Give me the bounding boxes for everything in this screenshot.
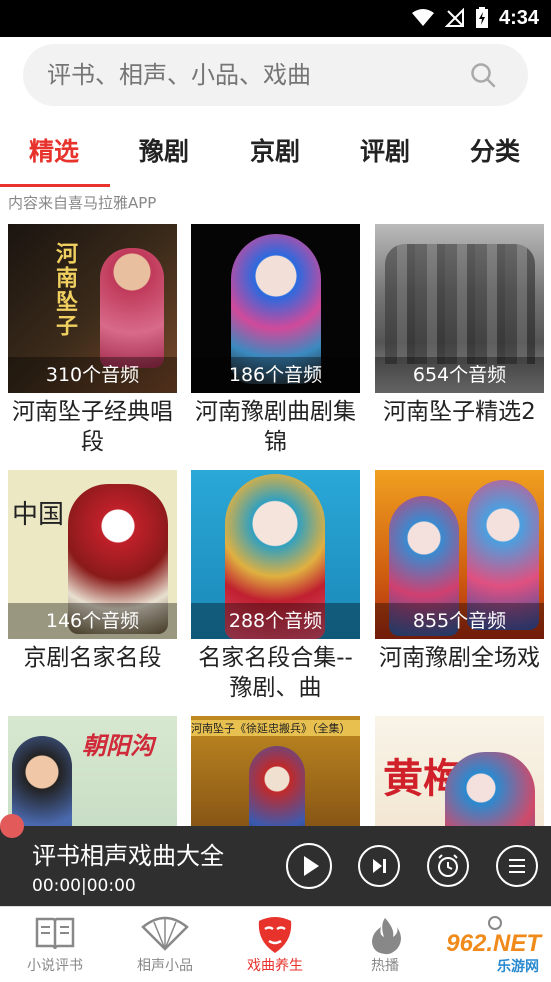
- watermark-subtext: 乐游网: [497, 959, 539, 975]
- player-time: 00:00|00:00: [32, 876, 136, 896]
- nav-label: 相声小品: [137, 958, 193, 974]
- album-title: 河南豫剧曲剧集锦: [195, 399, 356, 455]
- album-title: 京剧名家名段: [23, 645, 162, 671]
- album-card[interactable]: 中国 146个音频 京剧名家名段: [8, 470, 177, 703]
- album-title: 河南坠子精选2: [383, 399, 536, 425]
- fan-icon: [141, 916, 189, 951]
- no-signal-icon: [444, 8, 464, 27]
- album-card[interactable]: 河南坠子 310个音频 河南坠子经典唱段: [8, 224, 177, 457]
- album-card[interactable]: 186个音频 河南豫剧曲剧集锦: [191, 224, 360, 457]
- crowd-silhouette: [385, 244, 535, 364]
- active-tab-indicator: [0, 184, 110, 187]
- album-card[interactable]: 288个音频 名家名段合集--豫剧、曲: [191, 470, 360, 703]
- cover-text: 河南坠子《徐延忠搬兵》（全集）: [191, 720, 360, 736]
- watermark-logo: 962.NET 乐游网: [405, 930, 545, 976]
- tab-categories[interactable]: 分类: [470, 132, 520, 168]
- search-input[interactable]: [47, 44, 467, 106]
- album-cover: 186个音频: [191, 224, 360, 393]
- opera-mask-icon: [258, 917, 292, 953]
- playlist-button[interactable]: [496, 845, 538, 887]
- audio-count: 310个音频: [8, 357, 177, 393]
- album-cover: 中国 146个音频: [8, 470, 177, 639]
- nav-item-crosstalk[interactable]: 相声小品: [110, 907, 220, 982]
- nav-item-novels[interactable]: 小说评书: [0, 907, 110, 982]
- source-note: 内容来自喜马拉雅APP: [8, 194, 157, 212]
- mini-player[interactable]: 评书相声戏曲大全 00:00|00:00: [0, 826, 551, 906]
- cover-text: 朝阳沟: [82, 732, 154, 760]
- album-cover: 朝阳沟: [8, 716, 177, 826]
- audio-count: 855个音频: [375, 603, 544, 639]
- player-title: 评书相声戏曲大全: [32, 842, 224, 870]
- book-icon: [35, 917, 75, 950]
- tab-peking-opera[interactable]: 京剧: [250, 132, 300, 168]
- play-icon: [304, 856, 319, 876]
- album-grid: 河南坠子 310个音频 河南坠子经典唱段 186个音频 河南豫剧曲剧集锦 654…: [0, 224, 551, 826]
- tab-ping-opera[interactable]: 评剧: [360, 132, 410, 168]
- performer-figure: [445, 752, 535, 826]
- album-cover: 河南坠子 310个音频: [8, 224, 177, 393]
- skip-next-icon: [373, 859, 386, 873]
- tab-yu-opera[interactable]: 豫剧: [139, 132, 189, 168]
- album-cover: 654个音频: [375, 224, 544, 393]
- album-cover: 855个音频: [375, 470, 544, 639]
- nav-item-opera[interactable]: 戏曲养生: [220, 907, 330, 982]
- album-title: 河南豫剧全场戏: [379, 645, 540, 671]
- audio-count: 186个音频: [191, 357, 360, 393]
- performer-figure: [100, 248, 164, 368]
- album-cover: 河南坠子《徐延忠搬兵》（全集）: [191, 716, 360, 826]
- floating-record-dot[interactable]: [0, 814, 24, 838]
- nav-label: 小说评书: [27, 958, 83, 974]
- status-icons: 4:34: [411, 6, 539, 30]
- album-card[interactable]: 654个音频 河南坠子精选2: [375, 224, 544, 457]
- audio-count: 146个音频: [8, 603, 177, 639]
- search-bar[interactable]: [23, 44, 528, 106]
- album-card[interactable]: 河南坠子《徐延忠搬兵》（全集）: [191, 716, 360, 826]
- album-card[interactable]: 855个音频 河南豫剧全场戏: [375, 470, 544, 703]
- category-tabs: 精选 豫剧 京剧 评剧 分类: [0, 122, 551, 182]
- battery-charging-icon: [475, 7, 488, 28]
- album-cover: 黄梅: [375, 716, 544, 826]
- cover-text: 中国: [12, 500, 65, 530]
- album-title: 河南坠子经典唱段: [12, 399, 173, 455]
- audio-count: 654个音频: [375, 357, 544, 393]
- clock: 4:34: [498, 6, 539, 29]
- sleep-timer-button[interactable]: [427, 845, 469, 887]
- flame-icon: [372, 918, 401, 955]
- search-icon[interactable]: [470, 62, 496, 88]
- status-bar: 4:34: [0, 0, 551, 37]
- audio-count: 288个音频: [191, 603, 360, 639]
- tab-featured[interactable]: 精选: [29, 132, 79, 168]
- wifi-icon: [411, 9, 434, 26]
- watermark-text: 962.NET: [446, 930, 541, 957]
- alarm-clock-icon: [438, 854, 458, 877]
- album-card[interactable]: 黄梅: [375, 716, 544, 826]
- performer-figure: [249, 746, 305, 826]
- play-button[interactable]: [286, 843, 332, 889]
- menu-icon: [509, 859, 525, 873]
- album-title: 名家名段合集--豫剧、曲: [198, 645, 353, 701]
- performer-figure: [12, 736, 72, 826]
- album-card[interactable]: 朝阳沟: [8, 716, 177, 826]
- nav-label: 戏曲养生: [247, 958, 303, 974]
- next-button[interactable]: [358, 845, 400, 887]
- album-cover: 288个音频: [191, 470, 360, 639]
- cover-text: 河南坠子: [52, 242, 77, 338]
